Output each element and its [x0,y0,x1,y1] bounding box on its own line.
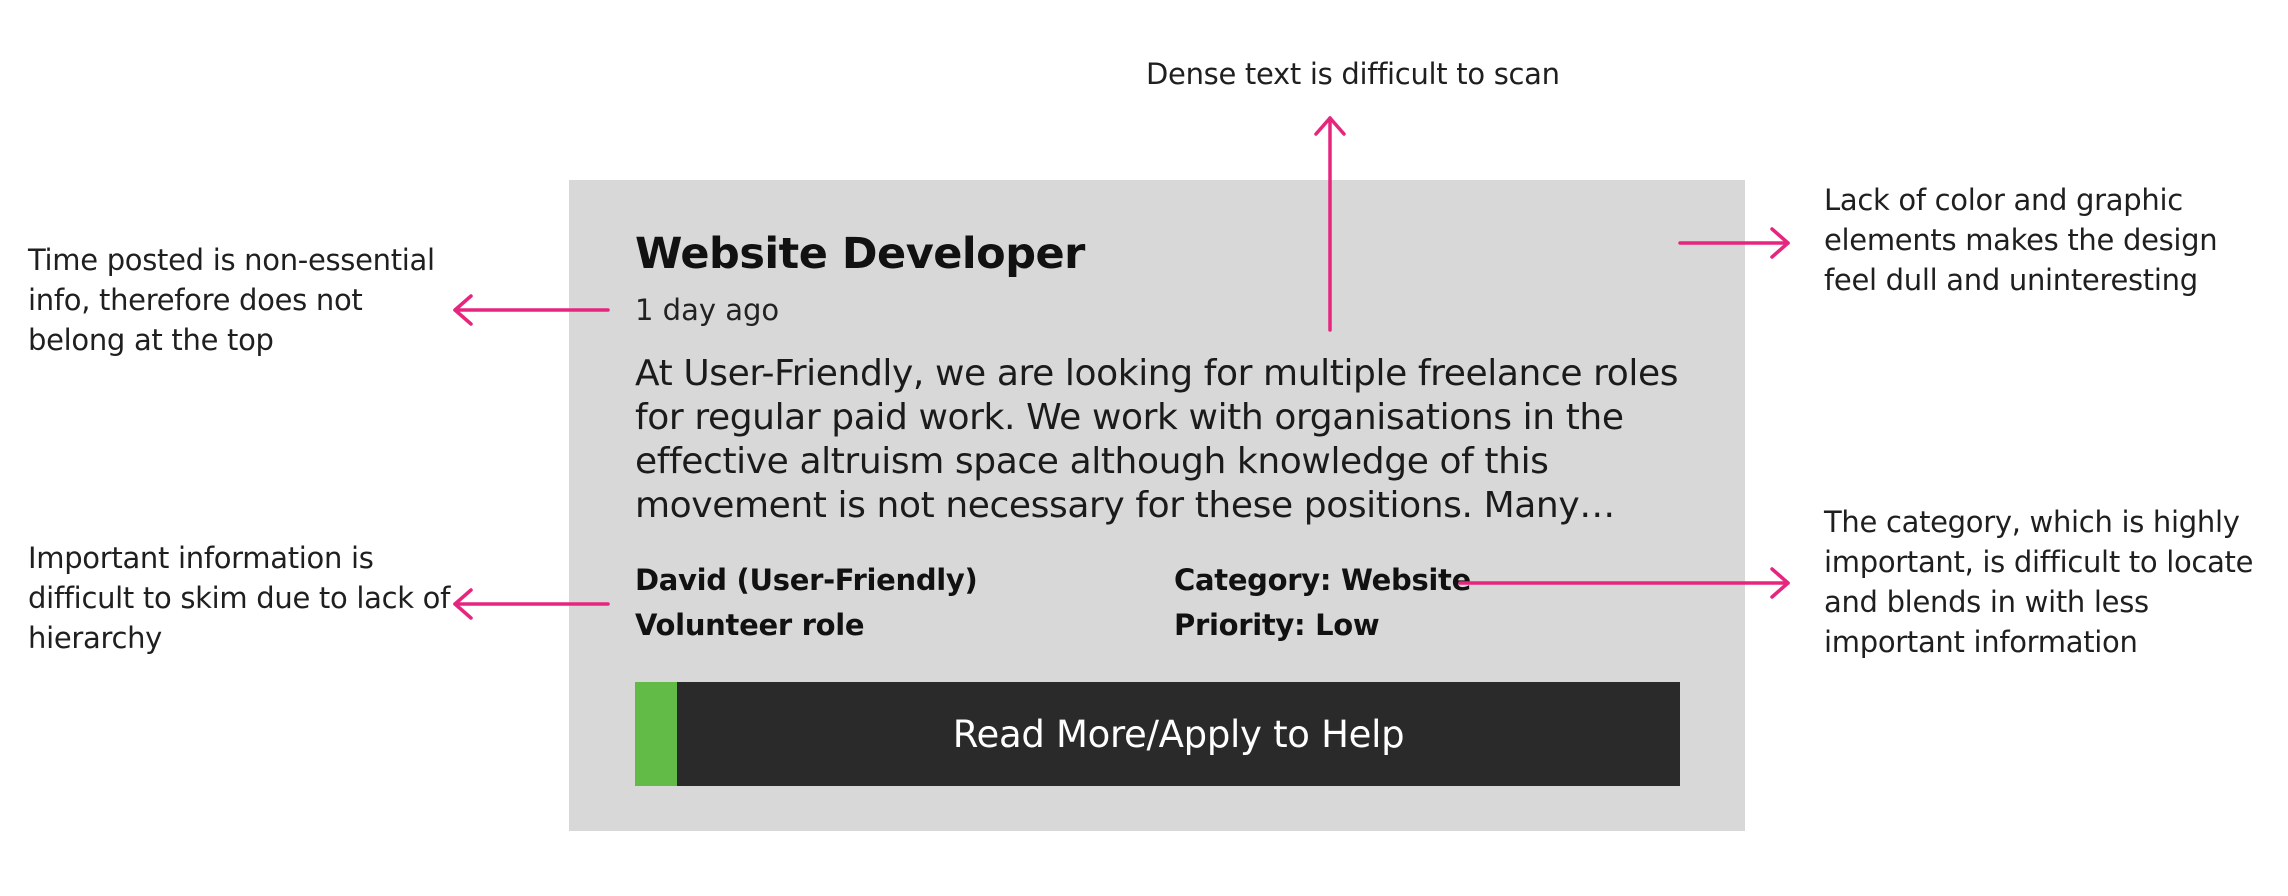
arrow-right-icon [1678,227,1790,259]
arrow-up-icon [1314,116,1346,332]
annotation-arrows [453,116,1790,620]
arrow-left-icon [453,294,610,326]
arrow-left-icon [453,588,610,620]
arrow-right-icon [1458,567,1790,599]
